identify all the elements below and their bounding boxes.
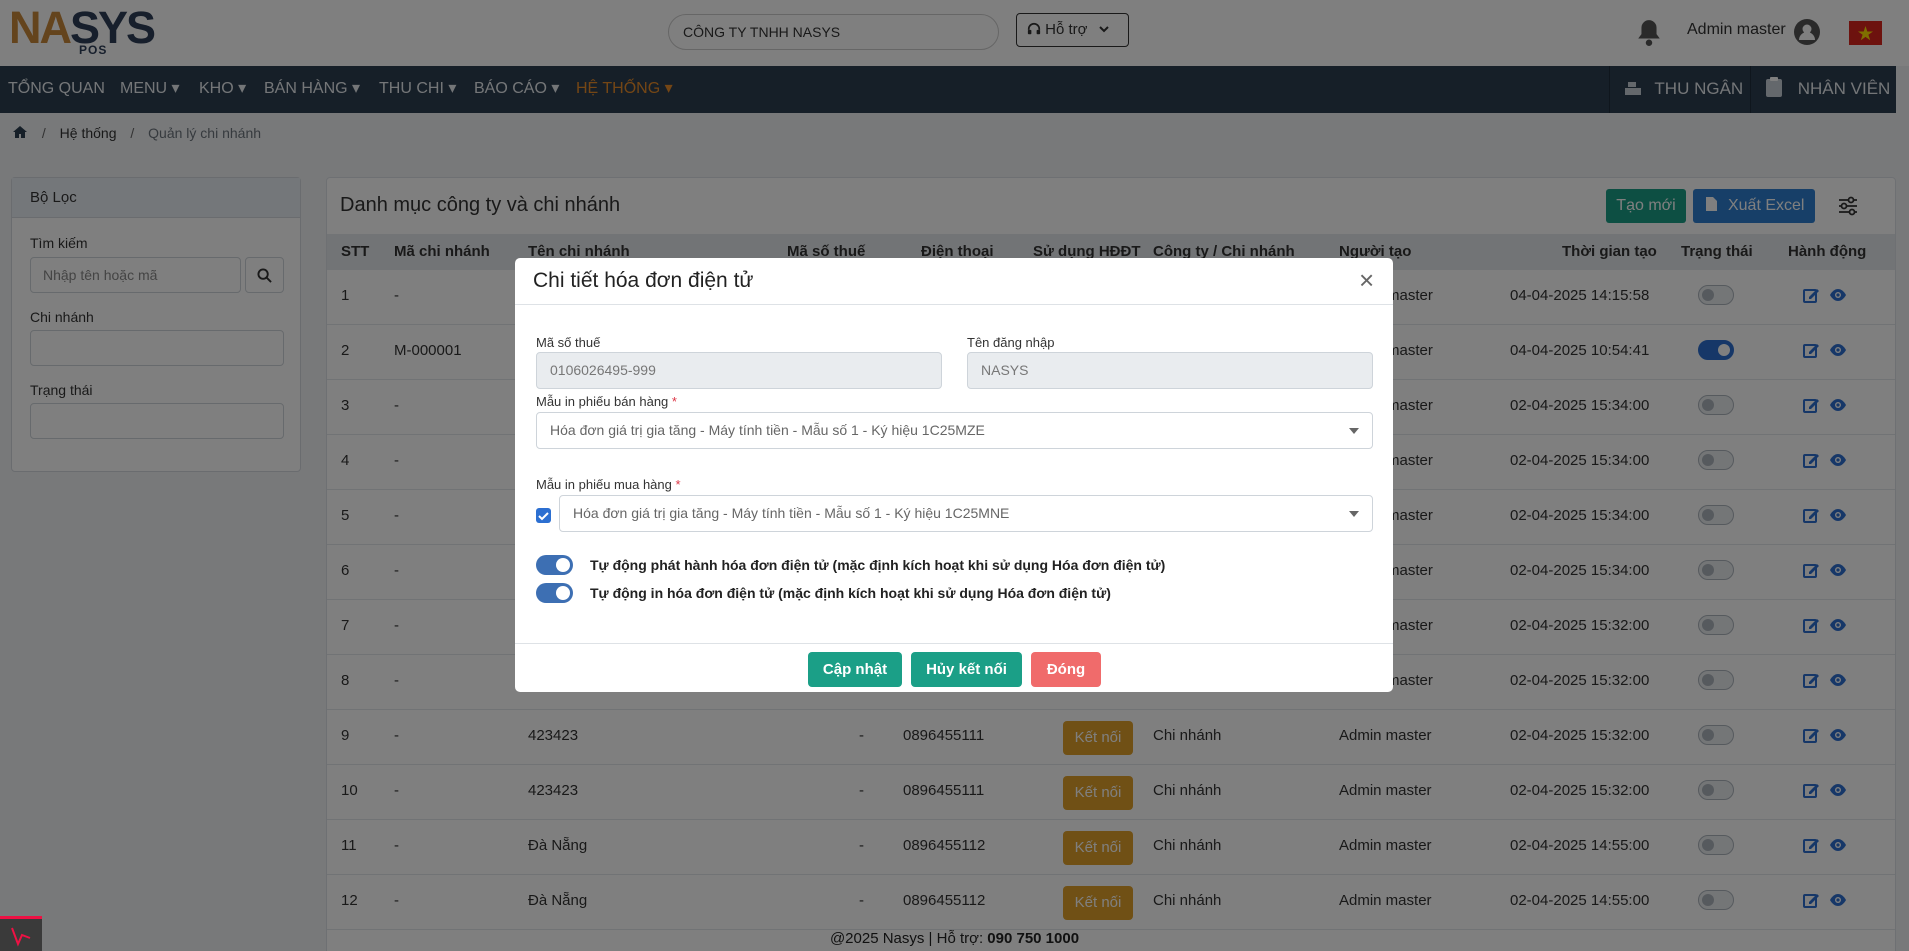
- sale-template-select[interactable]: Hóa đơn giá trị gia tăng - Máy tính tiền…: [536, 412, 1373, 449]
- debug-bar-icon[interactable]: [0, 916, 42, 951]
- username-field[interactable]: NASYS: [967, 352, 1373, 389]
- username-label: Tên đăng nhập: [967, 335, 1055, 350]
- purchase-template-select[interactable]: Hóa đơn giá trị gia tăng - Máy tính tiền…: [559, 495, 1373, 532]
- tax-code-field[interactable]: 0106026495-999: [536, 352, 942, 389]
- close-icon[interactable]: ×: [1359, 267, 1374, 293]
- modal-title: Chi tiết hóa đơn điện tử: [533, 269, 754, 292]
- purchase-template-checkbox[interactable]: [536, 508, 551, 523]
- auto-issue-toggle[interactable]: [536, 555, 573, 575]
- chevron-down-icon: [1349, 511, 1359, 517]
- required-mark: *: [675, 477, 681, 492]
- modal-footer: Cập nhật Hủy kết nối Đóng: [515, 643, 1393, 692]
- auto-issue-label: Tự động phát hành hóa đơn điện tử (mặc đ…: [590, 557, 1166, 573]
- disconnect-button[interactable]: Hủy kết nối: [911, 652, 1022, 687]
- chevron-down-icon: [1349, 428, 1359, 434]
- close-button[interactable]: Đóng: [1031, 652, 1101, 687]
- purchase-template-value: Hóa đơn giá trị gia tăng - Máy tính tiền…: [573, 505, 1010, 521]
- check-icon: [538, 512, 549, 521]
- update-button[interactable]: Cập nhật: [808, 652, 902, 687]
- auto-print-label: Tự động in hóa đơn điện tử (mặc định kíc…: [590, 585, 1111, 601]
- purchase-template-label: Mẫu in phiếu mua hàng *: [536, 477, 681, 492]
- auto-print-toggle[interactable]: [536, 583, 573, 603]
- purchase-template-label-text: Mẫu in phiếu mua hàng: [536, 477, 672, 492]
- tax-code-label: Mã số thuế: [536, 335, 601, 350]
- sale-template-value: Hóa đơn giá trị gia tăng - Máy tính tiền…: [550, 422, 985, 438]
- required-mark: *: [671, 394, 677, 409]
- sale-template-label: Mẫu in phiếu bán hàng *: [536, 394, 677, 409]
- sale-template-label-text: Mẫu in phiếu bán hàng: [536, 394, 669, 409]
- modal-header: Chi tiết hóa đơn điện tử ×: [515, 258, 1393, 305]
- einvoice-detail-modal: Chi tiết hóa đơn điện tử × Mã số thuế 01…: [515, 258, 1393, 692]
